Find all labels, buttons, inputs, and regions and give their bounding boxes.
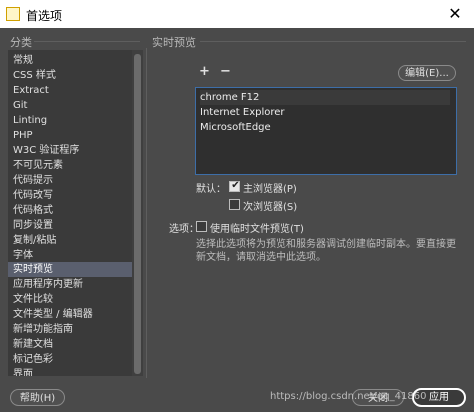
title-bar: 首选项 ✕	[0, 0, 474, 28]
sidebar-item[interactable]: 同步设置	[8, 218, 132, 233]
edit-browser-button[interactable]: 编辑(E)...	[398, 65, 456, 81]
sidebar-item[interactable]: 应用程序内更新	[8, 277, 132, 292]
sidebar-item[interactable]: 新建文档	[8, 337, 132, 352]
check-icon: ✔	[231, 180, 240, 191]
secondary-browser-label[interactable]: 次浏览器(S)	[243, 198, 297, 213]
category-divider	[34, 41, 140, 42]
sidebar-item[interactable]: 常规	[8, 53, 132, 68]
panel-divider	[146, 48, 147, 378]
close-icon[interactable]: ✕	[444, 4, 466, 24]
sidebar-scroll-thumb[interactable]	[134, 54, 141, 374]
temp-file-label[interactable]: 使用临时文件预览(T)	[210, 220, 304, 235]
sidebar-item[interactable]: 界面	[8, 367, 132, 376]
sidebar-item[interactable]: W3C 验证程序	[8, 143, 132, 158]
section-header: 实时预览	[152, 36, 196, 49]
sidebar-item[interactable]: 代码提示	[8, 173, 132, 188]
add-browser-button[interactable]: +	[199, 64, 210, 79]
sidebar-item[interactable]: Extract	[8, 83, 132, 98]
sidebar-item[interactable]: 代码格式	[8, 203, 132, 218]
sidebar-item[interactable]: CSS 样式	[8, 68, 132, 83]
browser-list-item[interactable]: Internet Explorer	[200, 105, 450, 120]
sidebar-scrollbar[interactable]	[132, 50, 143, 376]
primary-browser-checkbox[interactable]: ✔	[229, 180, 240, 192]
secondary-browser-checkbox[interactable]	[229, 199, 240, 210]
temp-file-note: 选择此选项将为预览和服务器调试创建临时副本。要直接更新文档，请取消选中此选项。	[196, 239, 456, 263]
default-label: 默认：	[196, 184, 226, 195]
browser-list-item[interactable]: MicrosoftEdge	[200, 120, 450, 135]
sidebar-item[interactable]: 新增功能指南	[8, 322, 132, 337]
category-list[interactable]: 常规 CSS 样式 Extract Git Linting PHP W3C 验证…	[8, 50, 143, 376]
watermark-text: https://blog.csdn.net/qq_41860	[270, 391, 427, 402]
sidebar-item[interactable]: 复制/粘贴	[8, 233, 132, 248]
sidebar-item[interactable]: 文件比较	[8, 292, 132, 307]
remove-browser-button[interactable]: −	[220, 64, 231, 79]
primary-browser-label[interactable]: 主浏览器(P)	[243, 180, 297, 195]
sidebar-item-live-preview[interactable]: 实时预览	[8, 262, 132, 277]
sidebar-item[interactable]: 不可见元素	[8, 158, 132, 173]
sidebar-item[interactable]: Linting	[8, 113, 132, 128]
section-divider	[200, 41, 466, 42]
sidebar-item[interactable]: 标记色彩	[8, 352, 132, 367]
window-title: 首选项	[26, 9, 63, 23]
category-header: 分类	[10, 36, 32, 49]
sidebar-item[interactable]: 文件类型 / 编辑器	[8, 307, 132, 322]
options-label: 选项：	[169, 224, 199, 235]
sidebar-item[interactable]: Git	[8, 98, 132, 113]
sidebar-item[interactable]: 字体	[8, 248, 132, 263]
app-icon	[6, 7, 20, 21]
sidebar-item[interactable]: PHP	[8, 128, 132, 143]
browser-list[interactable]: chrome F12 Internet Explorer MicrosoftEd…	[195, 87, 457, 175]
browser-list-item[interactable]: chrome F12	[200, 90, 450, 105]
sidebar-item[interactable]: 代码改写	[8, 188, 132, 203]
help-button[interactable]: 帮助(H)	[10, 389, 65, 406]
temp-file-checkbox[interactable]	[196, 221, 207, 232]
